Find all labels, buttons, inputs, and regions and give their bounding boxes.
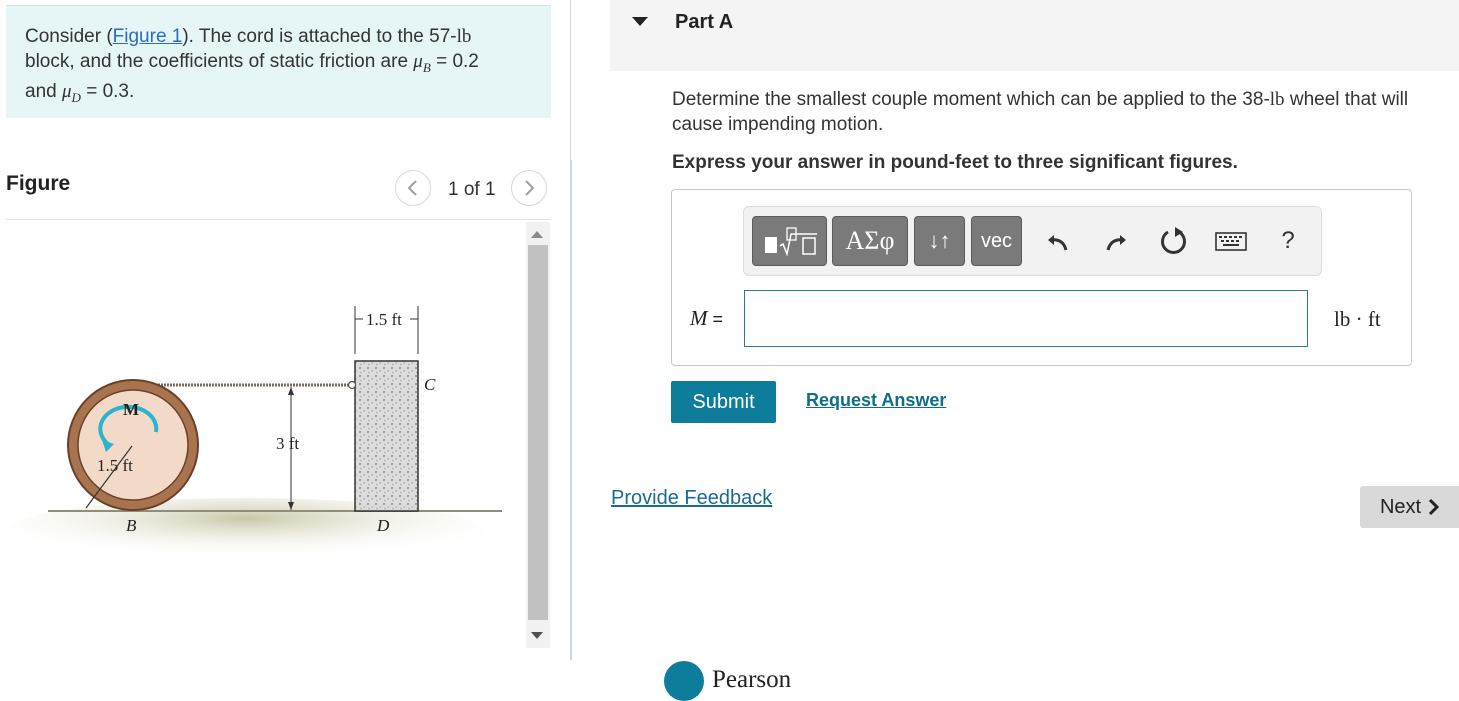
- problem-text-line2: block, and the coefficients of static fr…: [25, 50, 414, 72]
- figure-pager: 1 of 1: [448, 179, 496, 200]
- column-divider-accent: [570, 160, 572, 660]
- figure-next-button[interactable]: [511, 170, 547, 206]
- vector-button[interactable]: vec: [971, 216, 1022, 266]
- mu-d-subscript: D: [71, 90, 81, 105]
- templates-button[interactable]: [752, 216, 827, 266]
- help-button[interactable]: ?: [1268, 222, 1308, 260]
- keyboard-icon: [1215, 232, 1247, 251]
- answer-equals: =: [707, 309, 724, 329]
- moment-label: M: [123, 400, 139, 419]
- figure-link[interactable]: Figure 1: [113, 26, 183, 47]
- arrows-button[interactable]: ↓↑: [914, 216, 965, 266]
- greek-symbols-button[interactable]: ΑΣφ: [832, 216, 908, 266]
- request-answer-link[interactable]: Request Answer: [806, 390, 946, 411]
- top-dimension-label: 1.5 ft: [366, 310, 402, 329]
- collapse-caret-icon[interactable]: [632, 17, 648, 26]
- next-label: Next: [1379, 495, 1422, 518]
- undo-button[interactable]: [1038, 222, 1078, 260]
- reset-icon: [1161, 227, 1186, 254]
- undo-icon: [1048, 235, 1068, 251]
- next-button[interactable]: Next: [1360, 486, 1459, 528]
- answer-variable-label: M =: [690, 306, 723, 331]
- mu-symbol-b: μ: [413, 50, 423, 72]
- redo-button[interactable]: [1096, 222, 1136, 260]
- problem-text-and: and: [25, 81, 62, 102]
- problem-statement: Consider (Figure 1). The cord is attache…: [6, 5, 551, 118]
- reset-button[interactable]: [1154, 222, 1194, 260]
- point-b-label: B: [126, 516, 137, 535]
- question-text-start: Determine the smallest couple moment whi…: [672, 89, 1270, 110]
- weight-unit: lb: [456, 26, 472, 47]
- mu-symbol-d: μ: [61, 81, 72, 102]
- provide-feedback-link[interactable]: Provide Feedback: [611, 487, 772, 510]
- point-d-label: D: [376, 516, 390, 535]
- block: [354, 360, 419, 512]
- submit-button[interactable]: Submit: [671, 381, 776, 423]
- pearson-logo-icon: [664, 661, 704, 701]
- figure-prev-button[interactable]: [395, 170, 431, 206]
- answer-variable: M: [690, 306, 708, 330]
- problem-text-cont: ). The cord is attached to the 57-: [182, 26, 457, 47]
- height-arrow-top: [288, 387, 294, 395]
- mu-b-value: = 0.2: [430, 50, 479, 72]
- figure-title: Figure: [6, 172, 71, 195]
- cord-attachment: [347, 380, 357, 390]
- answer-units: lb · ft: [1334, 307, 1381, 331]
- part-a-title: Part A: [675, 11, 734, 33]
- pearson-brand: Pearson: [712, 666, 792, 693]
- answer-input[interactable]: [744, 290, 1308, 347]
- part-a-header[interactable]: [610, 0, 1459, 71]
- height-dimension-label: 3 ft: [276, 434, 299, 453]
- redo-icon: [1106, 235, 1126, 251]
- mu-d-value: = 0.3.: [80, 81, 135, 102]
- radius-label: 1.5 ft: [97, 456, 133, 475]
- keyboard-button[interactable]: [1210, 222, 1252, 260]
- templates-icon: [764, 227, 817, 257]
- wheel-block-figure: 1.5 ft 3 ft 1.5 ft M B C D: [6, 306, 502, 566]
- question-text: Determine the smallest couple moment whi…: [672, 88, 1452, 137]
- question-unit: lb: [1269, 89, 1285, 110]
- figure-scrollbar-thumb[interactable]: [528, 245, 548, 620]
- mu-b-subscript: B: [422, 59, 431, 75]
- scroll-up-icon[interactable]: [531, 231, 543, 238]
- point-c-label: C: [424, 375, 436, 394]
- answer-instruction: Express your answer in pound-feet to thr…: [672, 152, 1238, 173]
- figure-divider: [6, 219, 551, 220]
- chevron-right-icon: [525, 180, 535, 196]
- chevron-right-icon: [1429, 498, 1440, 516]
- problem-text: Consider (: [25, 26, 113, 47]
- chevron-left-icon: [407, 180, 417, 196]
- scroll-down-icon[interactable]: [531, 632, 543, 639]
